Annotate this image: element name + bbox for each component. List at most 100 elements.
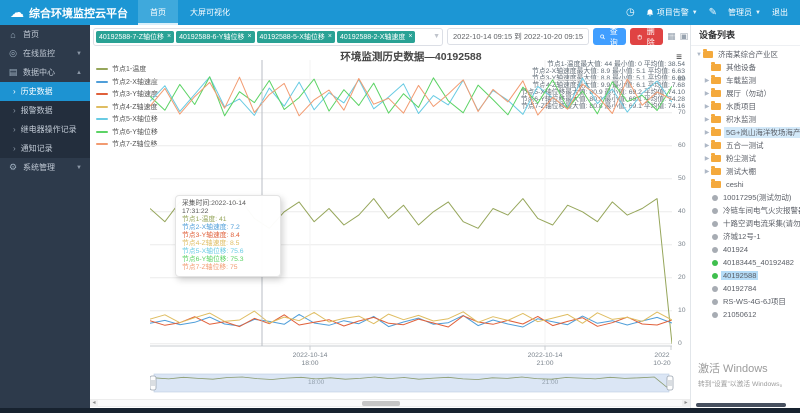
user-menu[interactable]: 管理员 ▼ — [728, 7, 761, 18]
chevron-down-icon: ▼ — [76, 165, 82, 171]
folder-icon — [711, 103, 721, 110]
edit-icon[interactable]: ✎ — [709, 7, 717, 18]
tree-item[interactable]: ▶车载监测 — [693, 74, 800, 87]
tree-item[interactable]: 其他设备 — [693, 61, 800, 74]
tree-item[interactable]: 冷链车间电气火灾报警器 — [693, 204, 800, 217]
scrollbar-thumb[interactable] — [362, 401, 400, 406]
scroll-right-icon[interactable]: ▸ — [682, 400, 690, 407]
legend-item[interactable]: 节点3-Y轴速度 — [96, 88, 158, 101]
tree-item[interactable]: ▶粉尘测试 — [693, 152, 800, 165]
date-range-input[interactable]: 2022-10-14 09:15 到 2022-10-20 09:15 — [447, 28, 589, 45]
folder-icon — [711, 181, 721, 188]
close-icon[interactable]: × — [408, 33, 412, 40]
image-icon[interactable]: ▣ — [680, 31, 689, 42]
y-axis-tick: 0 — [678, 340, 682, 347]
folder-icon — [711, 116, 721, 123]
sidebar-item-data-center[interactable]: ▤ 数据中心 ▲ — [0, 63, 90, 82]
legend-swatch — [96, 143, 108, 145]
device-status-dot — [712, 234, 718, 240]
caret-down-icon[interactable]: ▼ — [695, 52, 703, 58]
sidebar-item-relay-records[interactable]: › 继电器操作记录 — [0, 120, 90, 139]
watermark-line2: 转到“设置”以激活 Windows。 — [698, 378, 786, 388]
tree-item[interactable]: ceshi — [693, 178, 800, 191]
tree-item[interactable]: ▶五合一测试 — [693, 139, 800, 152]
chevron-right-icon: › — [13, 125, 16, 134]
sensor-tag-chip[interactable]: 40192588-6-Y轴位移× — [176, 31, 254, 43]
sidebar-item-history-data[interactable]: › 历史数据 — [0, 82, 90, 101]
tree-item[interactable]: 40183445_40192482 — [693, 256, 800, 269]
caret-right-icon[interactable]: ▶ — [703, 129, 711, 136]
nav-bigscreen[interactable]: 大屏可视化 — [178, 0, 242, 25]
clock-icon[interactable]: ◷ — [626, 7, 635, 18]
caret-right-icon[interactable]: ▶ — [703, 77, 711, 84]
scroll-left-icon[interactable]: ◂ — [90, 400, 98, 407]
legend-item[interactable]: 节点7-Z轴位移 — [96, 138, 158, 151]
legend-item[interactable]: 节点6-Y轴位移 — [96, 126, 158, 139]
close-icon[interactable]: × — [167, 33, 171, 40]
tree-item[interactable]: 40192784 — [693, 282, 800, 295]
legend-item[interactable]: 节点4-Z轴速度 — [96, 101, 158, 114]
sensor-tag-chip[interactable]: 40192588-2-X轴速度× — [337, 31, 415, 43]
header-right: ◷ 项目告警 ▼ ✎ 管理员 ▼ 退出 — [626, 7, 800, 18]
sidebar-item-label: 系统管理 — [23, 162, 55, 173]
tree-item[interactable]: 济城12号-1 — [693, 230, 800, 243]
legend-item[interactable]: 节点5-X轴位移 — [96, 113, 158, 126]
caret-right-icon[interactable]: ▶ — [703, 90, 711, 97]
sidebar-item-system-management[interactable]: ⚙ 系统管理 ▼ — [0, 158, 90, 177]
caret-right-icon[interactable]: ▶ — [703, 155, 711, 162]
caret-right-icon[interactable]: ▶ — [703, 142, 711, 149]
tooltip-rows: 节点1-温度: 41节点2-X轴速度: 7.2节点3-Y轴速度: 8.4节点4-… — [182, 216, 274, 272]
tree-item[interactable]: ▶测试大棚 — [693, 165, 800, 178]
x-axis-tick: 2022-10-1418:00 — [293, 352, 328, 368]
device-status-dot — [712, 273, 718, 279]
project-alarm-label: 项目告警 — [657, 7, 689, 18]
tree-item[interactable]: 40192588 — [693, 269, 800, 282]
legend-swatch — [96, 131, 108, 133]
query-button[interactable]: 查询 — [593, 28, 626, 45]
sensor-tag-chip[interactable]: 40192588-5-X轴位移× — [257, 31, 335, 43]
tree-item[interactable]: 10017295(测试勿动) — [693, 191, 800, 204]
tree-item[interactable]: ▼济南某综合产业区 — [693, 48, 800, 61]
tree-item[interactable]: 十路空调电流采集(请勿设置 — [693, 217, 800, 230]
tree-item[interactable]: 21050612 — [693, 308, 800, 321]
tree-item[interactable]: ▶积水监测 — [693, 113, 800, 126]
y-axis-tick: 70 — [678, 109, 686, 116]
logout-button[interactable]: 退出 — [772, 7, 788, 18]
dataview-icon[interactable]: ▦ — [667, 31, 676, 42]
sidebar-submenu: › 历史数据 › 报警数据 › 继电器操作记录 › 通知记录 — [0, 82, 90, 158]
tree-item[interactable]: ▶5G+岚山海洋牧场海产品 — [693, 126, 800, 139]
chip-label: 40192588-7-Z轴位移 — [99, 32, 164, 42]
close-icon[interactable]: × — [247, 33, 251, 40]
tree-item[interactable]: RS-WS-4G-6J项目 — [693, 295, 800, 308]
y-axis-tick: 60 — [678, 142, 686, 149]
sidebar-item-home[interactable]: ⌂ 首页 — [0, 25, 90, 44]
device-status-dot — [712, 208, 718, 214]
sidebar-item-online-monitoring[interactable]: ◎ 在线监控 ▼ — [0, 44, 90, 63]
sensor-multiselect[interactable]: 40192588-7-Z轴位移×40192588-6-Y轴位移×40192588… — [93, 28, 443, 46]
sensor-tag-chip[interactable]: 40192588-7-Z轴位移× — [96, 31, 174, 43]
sidebar: ⌂ 首页 ◎ 在线监控 ▼ ▤ 数据中心 ▲ › 历史数据 › 报警数据 › 继… — [0, 25, 90, 413]
close-icon[interactable]: × — [328, 33, 332, 40]
sidebar-item-alarm-data[interactable]: › 报警数据 — [0, 101, 90, 120]
legend-item[interactable]: 节点2-X轴速度 — [96, 76, 158, 89]
panel-scrollbar-thumb[interactable] — [696, 403, 786, 407]
x-axis-tick: 202210-20 — [653, 352, 670, 368]
tree-item[interactable]: ▶水质项目 — [693, 100, 800, 113]
nav-home[interactable]: 首页 — [138, 0, 178, 25]
legend-item[interactable]: 节点1-温度 — [96, 63, 158, 76]
tree-item[interactable]: 401924 — [693, 243, 800, 256]
chip-label: 40192588-2-X轴速度 — [340, 32, 405, 42]
tree-item[interactable]: ▶展厅（勿动） — [693, 87, 800, 100]
caret-right-icon[interactable]: ▶ — [703, 103, 711, 110]
folder-icon — [711, 64, 721, 71]
delete-button[interactable]: 删除 — [630, 28, 663, 45]
datazoom-slider[interactable]: 18:00 21:00 — [150, 372, 675, 394]
project-alarm-menu[interactable]: 项目告警 ▼ — [646, 7, 698, 18]
app-title: 综合环境监控云平台 — [29, 5, 128, 21]
horizontal-scrollbar[interactable]: ◂ ▸ — [90, 399, 690, 407]
caret-right-icon[interactable]: ▶ — [703, 116, 711, 123]
sidebar-item-notification-records[interactable]: › 通知记录 — [0, 139, 90, 158]
device-status-dot — [712, 221, 718, 227]
brand: ☁ 综合环境监控云平台 — [0, 0, 138, 25]
caret-right-icon[interactable]: ▶ — [703, 168, 711, 175]
